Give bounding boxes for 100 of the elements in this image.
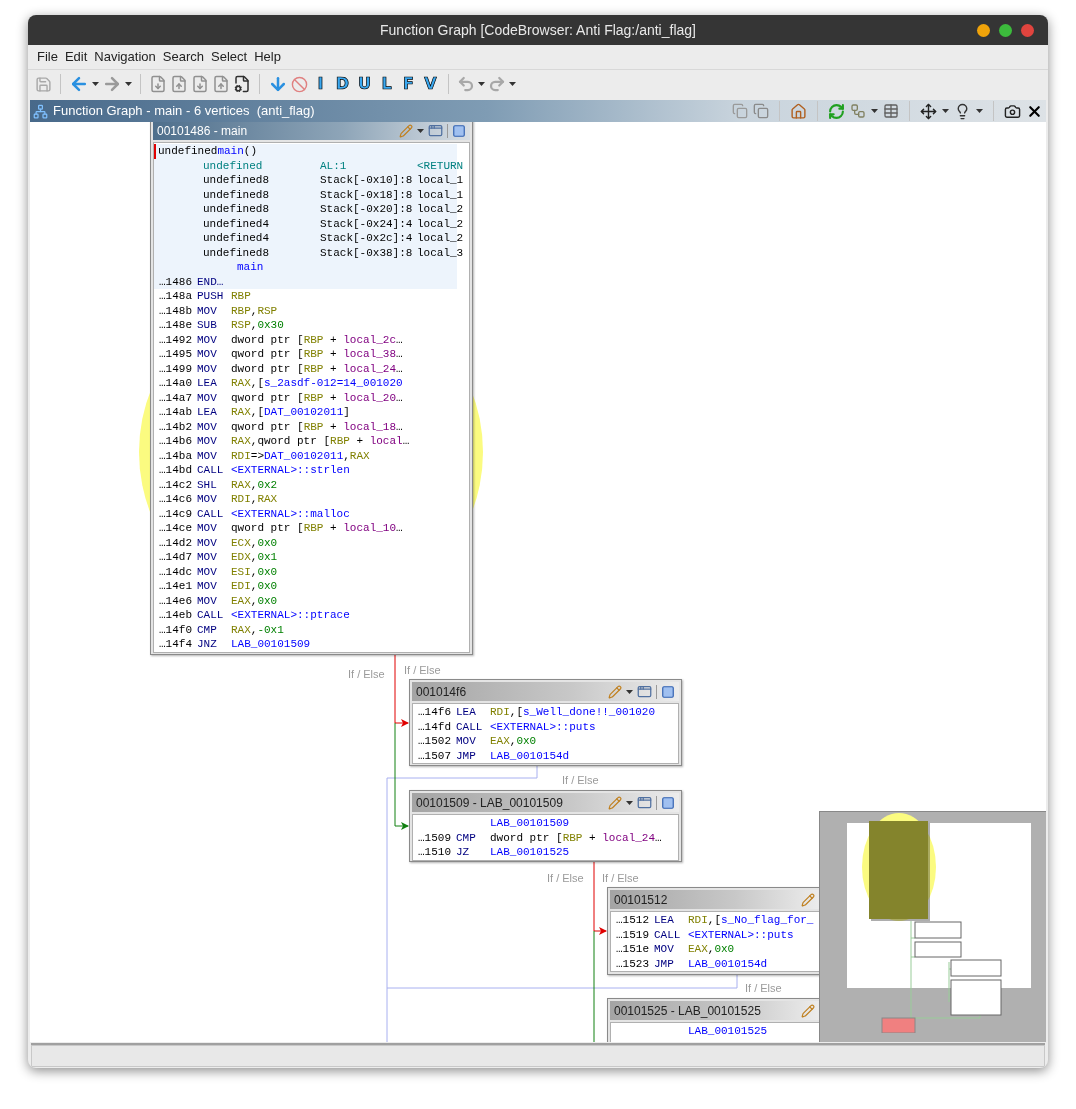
- caret-icon[interactable]: [509, 82, 516, 86]
- caret-icon[interactable]: [942, 109, 949, 113]
- node-title: 00101525 - LAB_00101525: [614, 1002, 761, 1020]
- param-type: undefined8: [203, 174, 269, 186]
- maximize-button[interactable]: [999, 24, 1012, 37]
- down-arrow-icon[interactable]: [268, 74, 288, 94]
- caret-icon[interactable]: [626, 689, 633, 694]
- node-header[interactable]: 00101525 - LAB_00101525: [610, 1001, 819, 1020]
- param-type: undefined4: [203, 217, 269, 230]
- mnemonic-text: MOV: [197, 391, 217, 404]
- caret-icon[interactable]: [417, 128, 424, 133]
- close-button[interactable]: [1021, 24, 1034, 37]
- code-block-node[interactable]: 00101512 …1512 LEA RDI,[s_No_flag_for_ …1519 CALL <EXTERNAL>::puts …151e MOV EAX,0x0 …1523 JMP LAB_0010154d: [607, 887, 819, 975]
- minimize-button[interactable]: [977, 24, 990, 37]
- caret-icon[interactable]: [125, 82, 132, 86]
- menu-item[interactable]: Edit: [64, 47, 88, 67]
- document-gear-icon[interactable]: [233, 75, 251, 93]
- node-header[interactable]: 00101486 - main: [153, 122, 470, 140]
- code-block-node[interactable]: [150, 122, 473, 655]
- operand-text: EDX,0x1: [231, 550, 278, 565]
- caret-icon[interactable]: [976, 109, 983, 113]
- address-text: …148e: [159, 319, 192, 331]
- code-block-node[interactable]: 001014f6 …14f6 LEA RDI,[s_Well_done!!_001020 …14fd CALL <EXTERNAL>::puts …1502 MOV EAX,0x0 …1507 JMP LAB_0010154d: [409, 679, 682, 766]
- address-text: …148a: [159, 290, 192, 302]
- copy-icon[interactable]: [732, 103, 748, 119]
- mnemonic-text: LEA: [197, 377, 217, 389]
- letter-button[interactable]: I: [311, 72, 330, 96]
- document-icon[interactable]: [170, 75, 188, 93]
- edge-label: If / Else: [562, 774, 599, 786]
- document-icon[interactable]: [149, 75, 167, 93]
- param-name: <RETURN: [417, 158, 464, 174]
- panel-title: Function Graph - main - 6 vertices (anti_flag): [53, 102, 315, 121]
- document-icon[interactable]: [191, 75, 209, 93]
- param-type: undefined8: [203, 188, 269, 201]
- window-icon[interactable]: [637, 684, 652, 699]
- node-header[interactable]: 001014f6: [412, 682, 679, 701]
- menu-item[interactable]: File: [37, 47, 58, 67]
- operand-text: <EXTERNAL>::ptrace: [231, 608, 350, 623]
- layout-icon[interactable]: [850, 103, 866, 119]
- copy-icon[interactable]: [753, 103, 769, 119]
- fullscreen-icon[interactable]: [452, 123, 466, 138]
- operand-text: <EXTERNAL>::puts: [688, 927, 794, 943]
- operand-text: ESI,0x0: [231, 564, 278, 580]
- operand-text: LAB_00101509: [490, 816, 570, 831]
- caret-icon[interactable]: [478, 82, 485, 86]
- address-text: …1512: [616, 914, 649, 926]
- address-text: …1499: [159, 362, 192, 375]
- pencil-icon[interactable]: [801, 1003, 815, 1018]
- save-icon[interactable]: [35, 75, 52, 93]
- node-title: 00101512: [614, 891, 668, 909]
- mnemonic-text: MOV: [197, 536, 217, 549]
- address-text: …1507: [418, 749, 451, 762]
- mnemonic-text: JNZ: [197, 638, 217, 650]
- mnemonic-text: MOV: [197, 580, 217, 592]
- fullscreen-icon[interactable]: [661, 795, 675, 810]
- caret-icon[interactable]: [92, 82, 99, 86]
- window-icon[interactable]: [428, 123, 443, 138]
- edge-label: If / Else: [547, 872, 584, 884]
- move-icon[interactable]: [920, 102, 937, 120]
- mnemonic-text: MOV: [197, 420, 217, 433]
- param-name: local_2: [417, 231, 464, 246]
- menu-item[interactable]: Search: [162, 47, 204, 67]
- mnemonic-text: JMP: [456, 749, 476, 762]
- mnemonic-text: CALL: [456, 720, 483, 733]
- param-storage: AL:1: [320, 159, 347, 172]
- address-text: …14f4: [159, 638, 192, 650]
- mnemonic-text: MOV: [197, 493, 217, 505]
- node-header[interactable]: 00101512: [610, 890, 819, 909]
- caret-icon[interactable]: [871, 109, 878, 113]
- operand-text: RAX,[s_2asdf-012=14_001020: [231, 376, 403, 391]
- code-block-node[interactable]: 00101509 - LAB_00101509 LAB_00101509 …1509 CMP dword ptr [RBP + local_24… …1510 JZ LAB_00101525: [409, 790, 682, 862]
- param-name: local_2: [417, 202, 464, 217]
- param-storage: Stack[-0x10]:8: [320, 174, 413, 186]
- mnemonic-text: MOV: [456, 735, 476, 747]
- menu-item[interactable]: Navigation: [94, 47, 156, 67]
- fullscreen-icon[interactable]: [661, 684, 675, 699]
- no-entry-icon[interactable]: [291, 75, 308, 93]
- caret-icon[interactable]: [626, 800, 633, 805]
- home-icon[interactable]: [790, 102, 807, 120]
- table-icon[interactable]: [883, 103, 899, 119]
- window-icon[interactable]: [637, 795, 652, 810]
- mnemonic-text: JMP: [654, 957, 674, 970]
- pencil-icon[interactable]: [801, 892, 815, 907]
- node-header[interactable]: 00101509 - LAB_00101509: [412, 793, 679, 812]
- mnemonic-text: MOV: [197, 594, 217, 607]
- letter-button[interactable]: L: [377, 72, 396, 96]
- address-text: …14ce: [159, 522, 192, 534]
- mnemonic-text: LEA: [654, 914, 674, 926]
- refresh-icon[interactable]: [828, 102, 845, 120]
- camera-icon[interactable]: [1004, 102, 1021, 120]
- operand-text: <EXTERNAL>::strlen: [231, 463, 350, 478]
- param-type: undefined: [203, 159, 263, 172]
- code-block-node[interactable]: 00101525 - LAB_00101525 LAB_00101525: [607, 998, 819, 1042]
- operand-text: LAB_00101509: [231, 637, 311, 652]
- menu-item[interactable]: Select: [211, 47, 248, 67]
- menu-item[interactable]: Help: [254, 47, 281, 67]
- edge-label: If / Else: [602, 872, 639, 884]
- param-name: local_1: [417, 173, 464, 188]
- operand-text: LAB_0010154d: [490, 748, 570, 764]
- operand-text: qword ptr [RBP + local_38…: [231, 347, 403, 362]
